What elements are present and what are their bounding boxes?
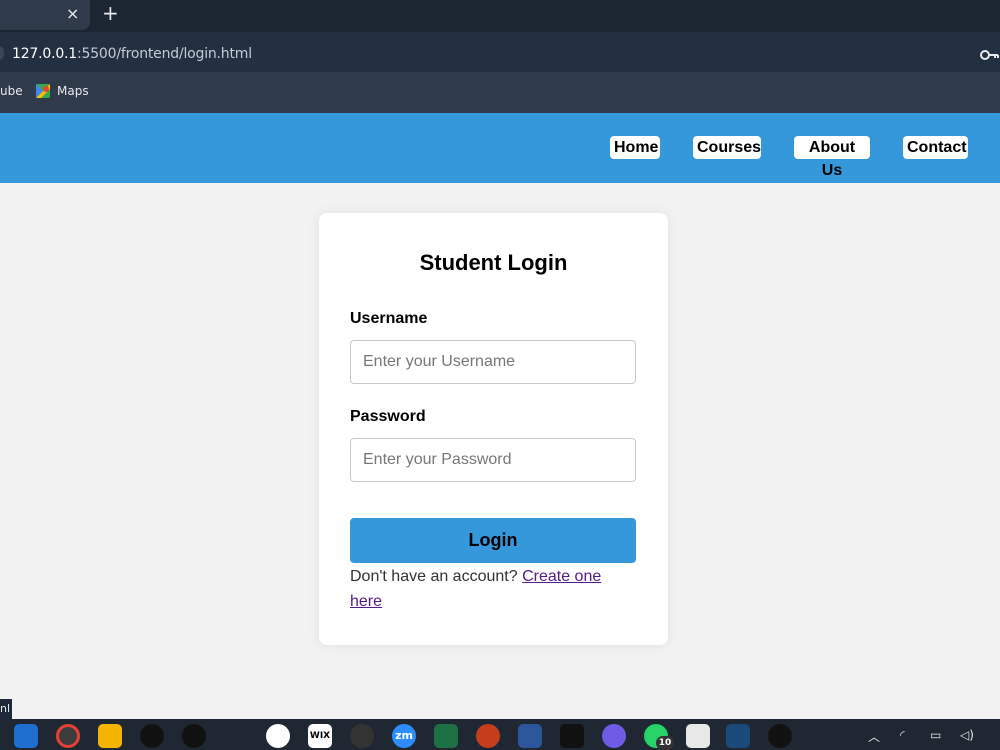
- status-tooltip: nl: [0, 699, 12, 719]
- address-bar[interactable]: 127.0.0.1:5500/frontend/login.html: [0, 32, 1000, 72]
- app-arrow-icon[interactable]: [726, 724, 750, 748]
- app-purple-icon[interactable]: [602, 724, 626, 748]
- vscode-icon[interactable]: [14, 724, 38, 748]
- zoom-icon[interactable]: zm: [392, 724, 416, 748]
- browser-tab-bar: × +: [0, 0, 1000, 32]
- nav-home[interactable]: Home: [610, 136, 660, 159]
- signup-prompt: Don't have an account? Create one here: [350, 564, 636, 614]
- close-tab-icon[interactable]: ×: [66, 4, 79, 23]
- password-label: Password: [350, 408, 426, 425]
- volume-icon[interactable]: ◁): [960, 728, 974, 742]
- github-icon[interactable]: [182, 724, 206, 748]
- app-black-icon[interactable]: [224, 724, 248, 748]
- app-news-icon[interactable]: [686, 724, 710, 748]
- url-text[interactable]: 127.0.0.1:5500/frontend/login.html: [12, 46, 252, 62]
- powerpoint-icon[interactable]: [476, 724, 500, 748]
- password-key-icon[interactable]: [979, 47, 999, 63]
- whatsapp-badge: 10: [656, 736, 674, 750]
- mongodb-icon[interactable]: [140, 724, 164, 748]
- word-icon[interactable]: [518, 724, 542, 748]
- browser-tab[interactable]: ×: [0, 0, 90, 30]
- bookmark-maps[interactable]: Maps: [57, 84, 89, 98]
- username-input[interactable]: [350, 340, 636, 384]
- app-yellow-icon[interactable]: [98, 724, 122, 748]
- nav-courses[interactable]: Courses: [693, 136, 761, 159]
- signup-text: Don't have an account?: [350, 568, 518, 585]
- page-title: Student Login: [419, 250, 568, 275]
- bookmark-youtube[interactable]: ube: [0, 84, 23, 98]
- url-path: :5500/frontend/login.html: [77, 46, 252, 62]
- login-button[interactable]: Login: [350, 518, 636, 563]
- chevron-up-icon[interactable]: ︿: [868, 728, 880, 745]
- figma-icon[interactable]: [560, 724, 584, 748]
- nav-about-us[interactable]: About Us: [794, 136, 870, 179]
- excel-icon[interactable]: [434, 724, 458, 748]
- thermometer-icon[interactable]: [812, 724, 836, 748]
- maps-icon: [36, 84, 50, 98]
- battery-icon[interactable]: ▭: [930, 728, 941, 742]
- bookmarks-bar: ube Maps: [0, 72, 1000, 113]
- username-label: Username: [350, 310, 428, 327]
- chatgpt-icon[interactable]: [350, 724, 374, 748]
- app-um-icon[interactable]: [768, 724, 792, 748]
- site-info-icon[interactable]: [0, 46, 4, 60]
- nav-contact[interactable]: Contact: [903, 136, 968, 159]
- wifi-icon[interactable]: ◜: [900, 728, 905, 742]
- new-tab-button[interactable]: +: [102, 1, 119, 25]
- chrome-icon[interactable]: [56, 724, 80, 748]
- password-input[interactable]: [350, 438, 636, 482]
- url-host: 127.0.0.1: [12, 46, 77, 62]
- wix-icon[interactable]: WIX: [308, 724, 332, 748]
- mongodb-compass-icon[interactable]: [266, 724, 290, 748]
